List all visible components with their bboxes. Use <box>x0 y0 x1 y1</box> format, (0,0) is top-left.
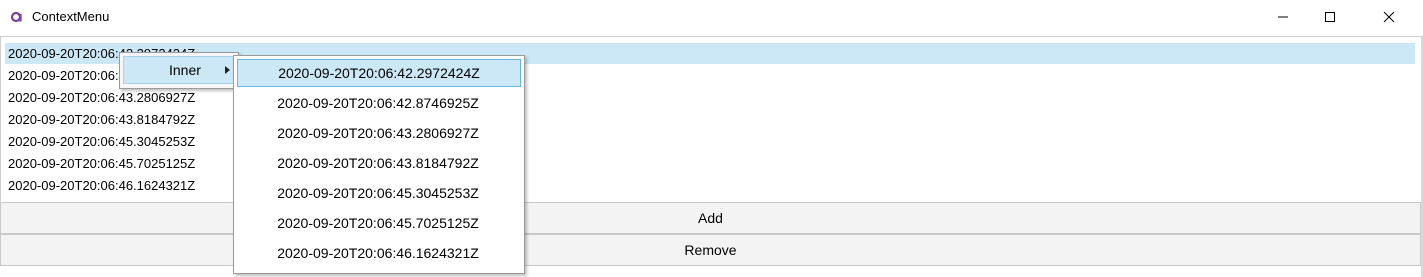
app-logo-icon <box>10 10 24 24</box>
submenu: 2020-09-20T20:06:42.2972424Z 2020-09-20T… <box>233 55 525 274</box>
window-title: ContextMenu <box>32 9 110 24</box>
maximize-button[interactable] <box>1307 0 1353 34</box>
submenu-item[interactable]: 2020-09-20T20:06:42.8746925Z <box>237 89 519 117</box>
minimize-button[interactable] <box>1260 0 1306 34</box>
maximize-icon <box>1325 12 1335 22</box>
submenu-item[interactable]: 2020-09-20T20:06:42.2972424Z <box>237 59 521 87</box>
submenu-item[interactable]: 2020-09-20T20:06:45.3045253Z <box>237 179 519 207</box>
submenu-item[interactable]: 2020-09-20T20:06:46.1624321Z <box>237 239 519 267</box>
menu-item-inner-label: Inner <box>169 62 201 78</box>
menu-item-inner[interactable]: Inner <box>123 56 235 84</box>
list-item[interactable]: 2020-09-20T20:06:46.1624321Z <box>5 175 1415 196</box>
remove-button-label: Remove <box>684 242 737 258</box>
title-bar[interactable]: ContextMenu <box>0 0 1423 34</box>
submenu-item[interactable]: 2020-09-20T20:06:43.8184792Z <box>237 149 519 177</box>
remove-button[interactable]: Remove <box>0 234 1421 266</box>
list-item[interactable]: 2020-09-20T20:06:45.7025125Z <box>5 153 1415 174</box>
close-icon <box>1383 11 1395 23</box>
add-button-label: Add <box>698 210 723 226</box>
list-item[interactable]: 2020-09-20T20:06:43.2806927Z <box>5 87 1415 108</box>
add-button[interactable]: Add <box>0 202 1421 234</box>
list-item[interactable]: 2020-09-20T20:06:43.8184792Z <box>5 109 1415 130</box>
submenu-item[interactable]: 2020-09-20T20:06:45.7025125Z <box>237 209 519 237</box>
list-item[interactable]: 2020-09-20T20:06:45.3045253Z <box>5 131 1415 152</box>
close-button[interactable] <box>1366 0 1412 34</box>
submenu-item[interactable]: 2020-09-20T20:06:43.2806927Z <box>237 119 519 147</box>
submenu-arrow-icon <box>225 66 230 74</box>
app-window: ContextMenu 2020-09-20T20:06:42.2972424Z… <box>0 0 1423 277</box>
minimize-icon <box>1278 16 1288 18</box>
context-menu: Inner <box>119 52 239 89</box>
